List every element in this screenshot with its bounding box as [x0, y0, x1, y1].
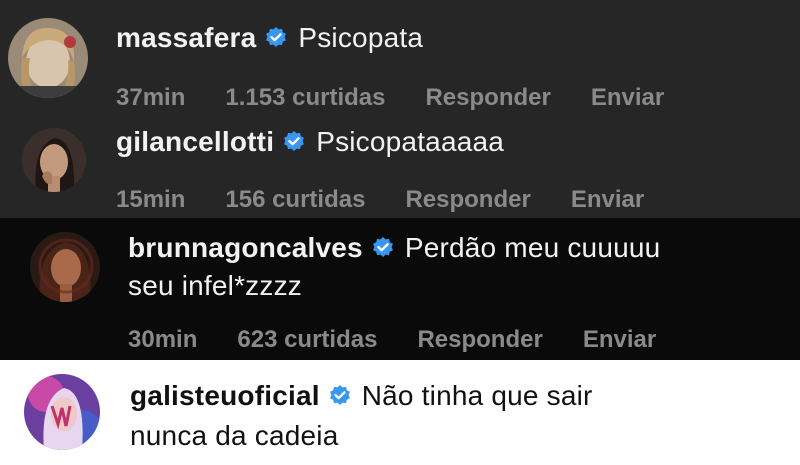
avatar[interactable]: [22, 128, 86, 192]
avatar[interactable]: [8, 18, 88, 98]
username[interactable]: gilancellotti: [116, 126, 274, 157]
reply-button[interactable]: Responder: [417, 326, 542, 353]
comment-text-line-2: seu infel*zzzz: [128, 270, 302, 301]
send-button[interactable]: Enviar: [583, 326, 656, 353]
comment-text: Perdão meu cuuuuu: [404, 232, 661, 263]
timestamp: 30min: [128, 326, 198, 353]
comment-brunnagoncalves: brunnagoncalves Perdão meu cuuuuu seu inf…: [0, 218, 800, 360]
comment-massafera: massafera Psicopata 37min 1.153 curtidas Re…: [0, 0, 800, 118]
reply-button[interactable]: Responder: [425, 84, 550, 111]
likes-count[interactable]: 1.153 curtidas: [225, 84, 385, 111]
comment-text: Psicopataaaaa: [316, 126, 505, 157]
timestamp: 15min: [116, 186, 186, 213]
likes-count[interactable]: 623 curtidas: [237, 326, 377, 353]
avatar[interactable]: [30, 232, 100, 302]
avatar-image: [8, 18, 88, 98]
send-button[interactable]: Enviar: [571, 186, 644, 213]
avatar[interactable]: [24, 374, 100, 450]
username[interactable]: massafera: [116, 22, 256, 53]
verified-badge-icon: [264, 26, 288, 50]
comment-meta: 15min 156 curtidas Responder Enviar: [116, 186, 684, 214]
comment-meta: 37min 1.153 curtidas Responder Enviar: [116, 84, 704, 112]
send-button[interactable]: Enviar: [591, 84, 664, 111]
comment-text-line-2: nunca da cadeia: [130, 420, 339, 451]
verified-badge-icon: [282, 130, 306, 154]
username[interactable]: galisteuoficial: [130, 380, 320, 411]
avatar-image: [22, 128, 86, 192]
comment-line: massafera Psicopata: [116, 22, 423, 54]
comment-line: galisteuoficial Não tinha que sair: [130, 380, 593, 412]
username[interactable]: brunnagoncalves: [128, 232, 363, 263]
reply-button[interactable]: Responder: [405, 186, 530, 213]
comment-text: Psicopata: [298, 22, 424, 53]
avatar-image: [24, 374, 100, 450]
likes-count[interactable]: 156 curtidas: [225, 186, 365, 213]
comment-galisteuoficial: galisteuoficial Não tinha que sair nunca …: [0, 360, 800, 465]
comment-line: gilancellotti Psicopataaaaa: [116, 126, 504, 158]
comment-text: Não tinha que sair: [361, 380, 593, 411]
comment-gilancellotti: gilancellotti Psicopataaaaa 15min 156 curt…: [0, 118, 800, 218]
comment-line: brunnagoncalves Perdão meu cuuuuu: [128, 232, 660, 264]
comment-meta: 30min 623 curtidas Responder Enviar: [128, 326, 696, 354]
verified-badge-icon: [371, 236, 395, 260]
verified-badge-icon: [328, 384, 352, 408]
avatar-image: [30, 232, 100, 302]
timestamp: 37min: [116, 84, 186, 111]
